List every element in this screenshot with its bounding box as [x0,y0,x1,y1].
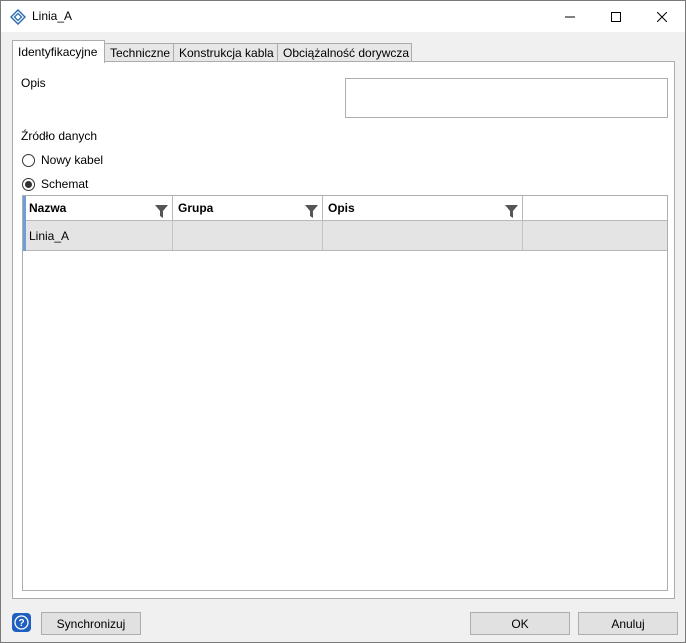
column-header-nazwa[interactable]: Nazwa [23,196,173,221]
app-diamond-icon [9,8,27,26]
column-header-opis[interactable]: Opis [323,196,523,221]
radio-nowy-kabel[interactable]: Nowy kabel [22,153,103,167]
cancel-button[interactable]: Anuluj [578,612,678,635]
tab-panel-identyfikacyjne: Opis Źródło danych Nowy kabel Schemat Na… [12,61,675,599]
close-button[interactable] [639,1,685,32]
ok-button[interactable]: OK [470,612,570,635]
help-icon[interactable]: ? [12,613,31,632]
close-icon [657,11,667,22]
radio-schemat[interactable]: Schemat [22,177,88,191]
grid-header: Nazwa Grupa Opis [23,196,667,221]
tab-techniczne[interactable]: Techniczne [104,43,174,62]
cell-filler [523,221,667,250]
maximize-icon [611,11,621,22]
radio-nowy-kabel-label: Nowy kabel [41,153,104,167]
source-label: Źródło danych [21,129,98,143]
title-bar: Linia_A [1,1,685,32]
window-title: Linia_A [32,9,73,23]
opis-label: Opis [21,76,46,90]
cell-grupa[interactable] [173,221,323,250]
radio-checked-icon [22,177,35,191]
filter-icon[interactable] [505,202,518,218]
filter-icon[interactable] [155,202,168,218]
cell-opis[interactable] [323,221,523,250]
column-header-grupa[interactable]: Grupa [173,196,323,221]
radio-schemat-label: Schemat [41,177,89,191]
column-header-label: Opis [328,201,355,215]
tab-identyfikacyjne[interactable]: Identyfikacyjne [12,40,105,63]
synchronize-button[interactable]: Synchronizuj [41,612,141,635]
column-header-label: Grupa [178,201,214,215]
table-row[interactable]: Linia_A [23,221,667,251]
radio-unchecked-icon [22,153,35,167]
maximize-button[interactable] [593,1,639,32]
selected-row-indicator [23,196,26,251]
opis-input[interactable] [345,78,668,118]
minimize-icon [565,16,575,17]
cell-nazwa[interactable]: Linia_A [23,221,173,250]
svg-text:?: ? [18,618,24,629]
minimize-button[interactable] [547,1,593,32]
dialog-window: Linia_A Identyfikacyjne Techniczne Konst… [0,0,686,643]
column-header-label: Nazwa [29,201,67,215]
tab-obciazalnosc-dorywcza[interactable]: Obciążalność dorywcza [277,43,412,62]
tab-konstrukcja-kabla[interactable]: Konstrukcja kabla [173,43,278,62]
filter-icon[interactable] [305,202,318,218]
cable-grid[interactable]: Nazwa Grupa Opis Linia_A [22,195,668,591]
